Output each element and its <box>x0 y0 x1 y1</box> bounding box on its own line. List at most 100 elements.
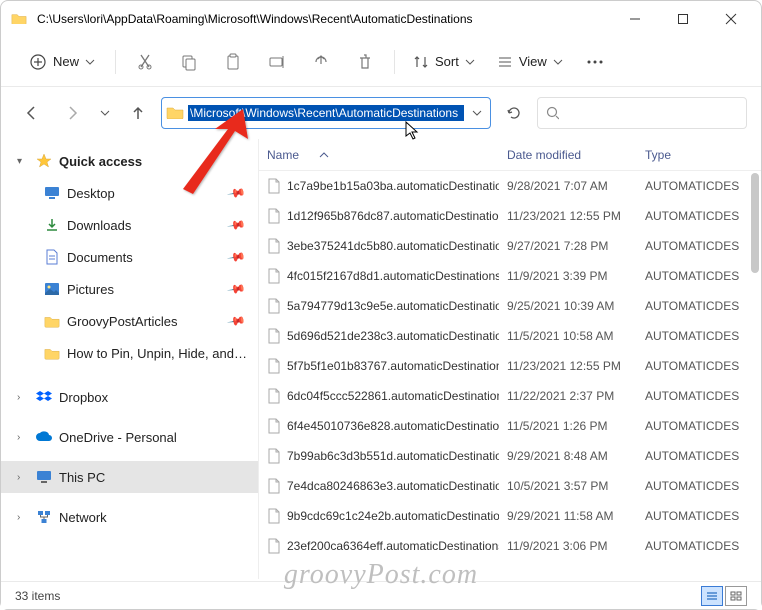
sidebar-item-label: Desktop <box>67 186 223 201</box>
file-icon <box>267 238 281 254</box>
file-type-cell: AUTOMATICDES <box>637 359 761 373</box>
table-row[interactable]: 4fc015f2167d8d1.automaticDestinations-..… <box>259 261 761 291</box>
sidebar-onedrive[interactable]: › OneDrive - Personal <box>1 421 258 453</box>
file-type-cell: AUTOMATICDES <box>637 269 761 283</box>
sidebar-item-label: How to Pin, Unpin, Hide, and Re <box>67 346 250 361</box>
tiles-view-button[interactable] <box>725 586 747 606</box>
share-icon[interactable] <box>302 44 340 80</box>
file-type-cell: AUTOMATICDES <box>637 209 761 223</box>
sidebar-network[interactable]: › Network <box>1 501 258 533</box>
up-button[interactable] <box>121 96 155 130</box>
sort-button[interactable]: Sort <box>405 48 483 76</box>
file-name-cell: 23ef200ca6364eff.automaticDestinations-.… <box>259 538 499 554</box>
table-row[interactable]: 6dc04f5ccc522861.automaticDestination..1… <box>259 381 761 411</box>
view-button[interactable]: View <box>489 48 571 76</box>
sidebar-quick-access[interactable]: ▾ Quick access <box>1 145 258 177</box>
sidebar-dropbox[interactable]: › Dropbox <box>1 381 258 413</box>
file-name-cell: 5d696d521de238c3.automaticDestination.. <box>259 328 499 344</box>
file-type-cell: AUTOMATICDES <box>637 389 761 403</box>
view-toggle <box>701 586 747 606</box>
file-type-cell: AUTOMATICDES <box>637 179 761 193</box>
sidebar-item-label: GroovyPostArticles <box>67 314 223 329</box>
copy-icon[interactable] <box>170 44 208 80</box>
file-type-cell: AUTOMATICDES <box>637 419 761 433</box>
view-label: View <box>519 54 547 69</box>
sidebar-item-label: Dropbox <box>59 390 250 405</box>
table-row[interactable]: 5f7b5f1e01b83767.automaticDestinations..… <box>259 351 761 381</box>
table-row[interactable]: 5a794779d13c9e5e.automaticDestination..9… <box>259 291 761 321</box>
cloud-icon <box>35 429 53 445</box>
table-row[interactable]: 1d12f965b876dc87.automaticDestination..1… <box>259 201 761 231</box>
sort-up-icon <box>319 151 329 159</box>
table-row[interactable]: 9b9cdc69c1c24e2b.automaticDestination..9… <box>259 501 761 531</box>
new-button[interactable]: New <box>19 47 105 77</box>
titlebar: C:\Users\lori\AppData\Roaming\Microsoft\… <box>1 1 761 37</box>
navbar: \Microsoft\Windows\Recent\AutomaticDesti… <box>1 87 761 139</box>
back-button[interactable] <box>15 96 49 130</box>
table-row[interactable]: 7e4dca80246863e3.automaticDestination..1… <box>259 471 761 501</box>
window-controls <box>615 4 751 34</box>
file-name-cell: 7b99ab6c3d3b551d.automaticDestination.. <box>259 448 499 464</box>
more-button[interactable] <box>577 60 613 64</box>
sidebar-item-label: This PC <box>59 470 250 485</box>
file-name-cell: 1d12f965b876dc87.automaticDestination.. <box>259 208 499 224</box>
cut-icon[interactable] <box>126 44 164 80</box>
network-icon <box>35 509 53 525</box>
address-text[interactable]: \Microsoft\Windows\Recent\AutomaticDesti… <box>188 105 464 121</box>
document-icon <box>43 249 61 265</box>
column-type[interactable]: Type <box>637 148 761 162</box>
file-name-cell: 5a794779d13c9e5e.automaticDestination.. <box>259 298 499 314</box>
table-row[interactable]: 23ef200ca6364eff.automaticDestinations-.… <box>259 531 761 561</box>
table-row[interactable]: 7b99ab6c3d3b551d.automaticDestination..9… <box>259 441 761 471</box>
file-name-cell: 4fc015f2167d8d1.automaticDestinations-.. <box>259 268 499 284</box>
folder-icon <box>43 345 61 361</box>
sidebar-item-desktop[interactable]: Desktop 📌 <box>1 177 258 209</box>
file-type-cell: AUTOMATICDES <box>637 329 761 343</box>
sidebar-item-label: OneDrive - Personal <box>59 430 250 445</box>
search-box[interactable] <box>537 97 747 129</box>
chevron-down-icon <box>465 57 475 67</box>
chevron-right-icon: › <box>17 392 29 403</box>
delete-icon[interactable] <box>346 44 384 80</box>
file-date-cell: 11/23/2021 12:55 PM <box>499 209 637 223</box>
recent-locations-button[interactable] <box>95 96 115 130</box>
address-bar[interactable]: \Microsoft\Windows\Recent\AutomaticDesti… <box>161 97 491 129</box>
pin-icon: 📌 <box>226 183 246 203</box>
sidebar-item-documents[interactable]: Documents 📌 <box>1 241 258 273</box>
file-type-cell: AUTOMATICDES <box>637 479 761 493</box>
rename-icon[interactable] <box>258 44 296 80</box>
forward-button[interactable] <box>55 96 89 130</box>
file-icon <box>267 328 281 344</box>
file-icon <box>267 418 281 434</box>
table-row[interactable]: 1c7a9be1b15a03ba.automaticDestination..9… <box>259 171 761 201</box>
sidebar-item-folder[interactable]: GroovyPostArticles 📌 <box>1 305 258 337</box>
column-date[interactable]: Date modified <box>499 148 637 162</box>
pin-icon: 📌 <box>226 215 246 235</box>
minimize-button[interactable] <box>615 4 655 34</box>
details-view-button[interactable] <box>701 586 723 606</box>
column-name[interactable]: Name <box>259 148 499 162</box>
sidebar-item-folder[interactable]: How to Pin, Unpin, Hide, and Re <box>1 337 258 369</box>
file-date-cell: 11/5/2021 10:58 AM <box>499 329 637 343</box>
file-icon <box>267 508 281 524</box>
table-row[interactable]: 6f4e45010736e828.automaticDestination..1… <box>259 411 761 441</box>
folder-icon <box>166 105 184 121</box>
chevron-down-icon[interactable] <box>468 108 486 118</box>
file-date-cell: 11/23/2021 12:55 PM <box>499 359 637 373</box>
sidebar-item-pictures[interactable]: Pictures 📌 <box>1 273 258 305</box>
close-button[interactable] <box>711 4 751 34</box>
search-input[interactable] <box>565 106 738 120</box>
refresh-button[interactable] <box>497 96 531 130</box>
file-date-cell: 9/27/2021 7:28 PM <box>499 239 637 253</box>
separator <box>394 50 395 74</box>
sidebar-item-downloads[interactable]: Downloads 📌 <box>1 209 258 241</box>
sidebar-this-pc[interactable]: › This PC <box>1 461 258 493</box>
table-row[interactable]: 3ebe375241dc5b80.automaticDestination..9… <box>259 231 761 261</box>
paste-icon[interactable] <box>214 44 252 80</box>
maximize-button[interactable] <box>663 4 703 34</box>
table-row[interactable]: 5d696d521de238c3.automaticDestination..1… <box>259 321 761 351</box>
star-icon <box>35 153 53 169</box>
chevron-down-icon <box>85 57 95 67</box>
file-type-cell: AUTOMATICDES <box>637 299 761 313</box>
scrollbar[interactable] <box>751 173 759 273</box>
